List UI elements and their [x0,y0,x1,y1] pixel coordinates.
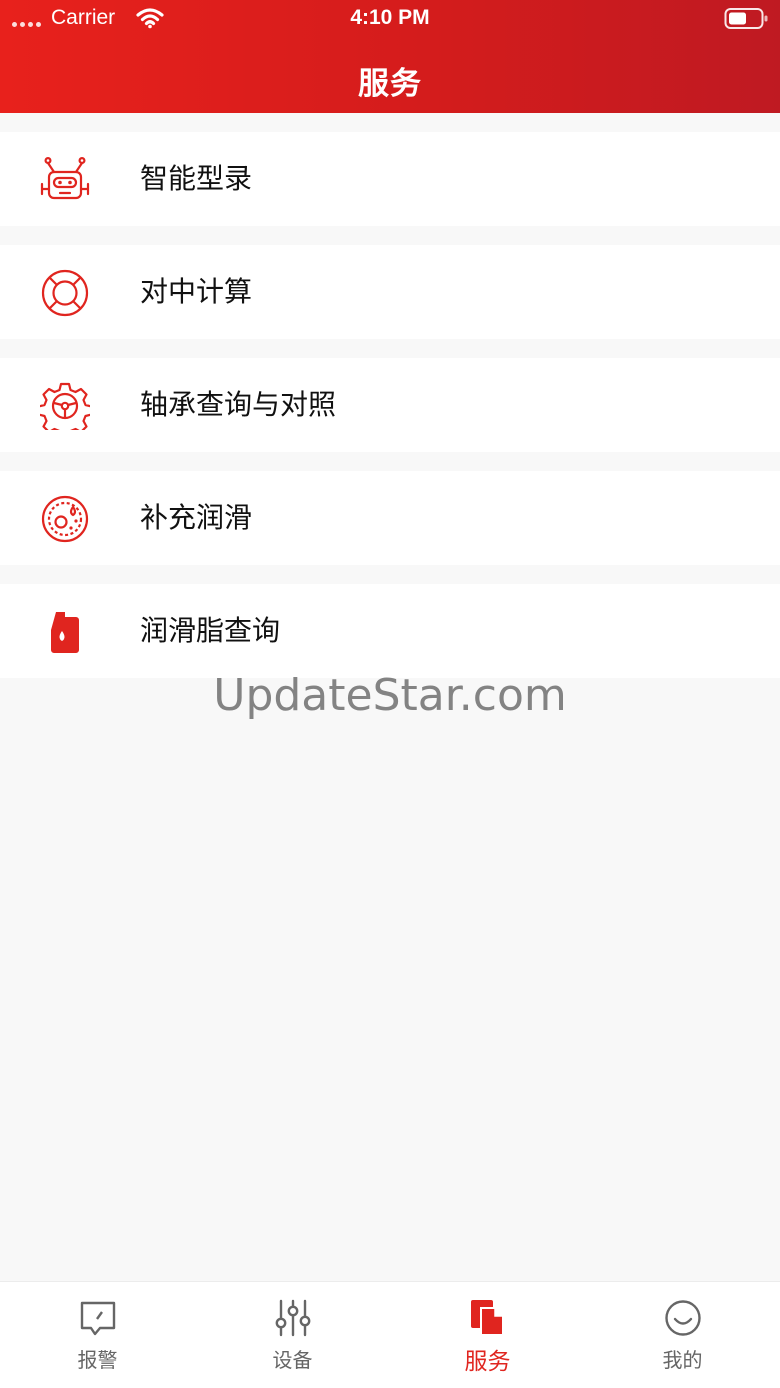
watermark: UpdateStar.com [213,670,567,721]
menu-item-label: 对中计算 [140,275,253,308]
tab-alarm[interactable]: 报警 [0,1282,195,1388]
tab-label: 设备 [272,1348,313,1372]
header: Carrier 4:10 PM 服务 [0,0,780,113]
gear-steering-icon [40,382,90,430]
status-bar: Carrier 4:10 PM [0,0,780,38]
lubrication-disc-icon [41,495,89,543]
tab-bar: 报警 设备 服务 我的 [0,1281,780,1388]
tab-label: 我的 [662,1348,703,1372]
tab-devices[interactable]: 设备 [195,1282,390,1388]
menu-item-smart-catalog[interactable]: 智能型录 [0,132,780,226]
menu-item-alignment-calc[interactable]: 对中计算 [0,245,780,339]
menu-item-label: 轴承查询与对照 [140,388,337,421]
menu-item-grease-lookup[interactable]: 润滑脂查询 [0,584,780,678]
sliders-icon [275,1299,311,1337]
lifebuoy-icon [41,269,89,317]
menu-item-bearing-lookup[interactable]: 轴承查询与对照 [0,358,780,452]
menu-item-label: 润滑脂查询 [140,614,281,647]
menu-item-label: 补充润滑 [140,501,253,534]
smile-icon [665,1300,701,1336]
battery-icon [724,8,768,29]
menu-item-relubrication[interactable]: 补充润滑 [0,471,780,565]
robot-icon [40,156,90,200]
service-menu: 智能型录 对中计算 轴承查询与对照 补充润滑 润滑脂查询 [0,132,780,697]
alarm-edit-icon [80,1301,116,1336]
service-doc-icon [471,1300,504,1336]
tab-label: 服务 [464,1349,511,1375]
tab-profile[interactable]: 我的 [585,1282,780,1388]
grease-can-icon [51,612,79,653]
tab-service[interactable]: 服务 [390,1282,585,1388]
page-title: 服务 [358,66,422,102]
menu-item-label: 智能型录 [140,162,253,195]
status-time: 4:10 PM [350,6,430,29]
tab-label: 报警 [77,1348,118,1372]
